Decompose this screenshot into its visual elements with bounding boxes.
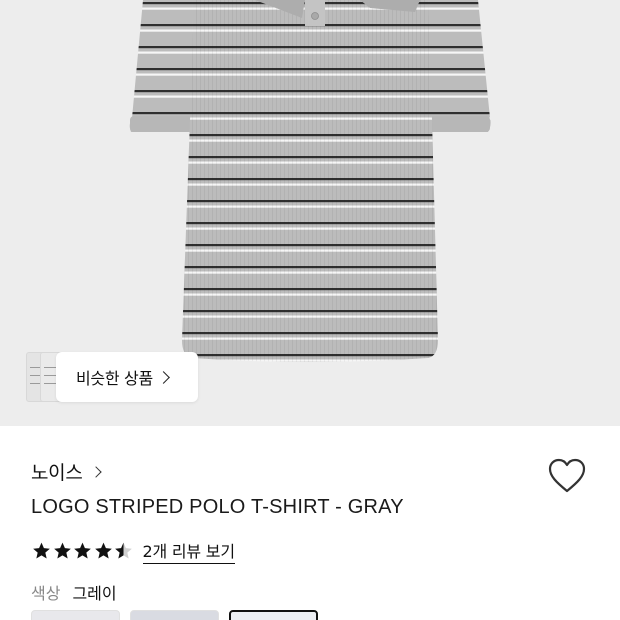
color-swatch[interactable]: [130, 610, 219, 620]
product-title: LOGO STRIPED POLO T-SHIRT - GRAY: [31, 496, 404, 518]
star-icon: [33, 542, 50, 559]
similar-products-label: 비슷한 상품: [76, 369, 153, 388]
color-label: 색상: [31, 584, 61, 603]
rating-row: 2개 리뷰 보기: [31, 538, 235, 564]
review-link[interactable]: 2개 리뷰 보기: [142, 538, 235, 564]
color-swatch-selected[interactable]: [229, 610, 318, 620]
brand-name: 노이스: [31, 462, 83, 484]
heart-icon[interactable]: [548, 458, 586, 494]
star-rating: [31, 541, 134, 561]
color-swatches: [31, 610, 318, 620]
color-option: 색상 그레이: [31, 580, 117, 604]
chevron-right-icon: [157, 370, 170, 384]
star-icon: [53, 542, 71, 559]
star-icon: [74, 542, 91, 559]
similar-products-chip[interactable]: 비슷한 상품: [56, 352, 198, 402]
color-value: 그레이: [72, 584, 117, 603]
product-image[interactable]: 비슷한 상품: [0, 0, 620, 426]
star-icon: [94, 542, 112, 559]
star-half-icon: [115, 542, 132, 559]
similar-products-button[interactable]: 비슷한 상품: [26, 352, 198, 402]
brand-link[interactable]: 노이스: [31, 458, 102, 485]
chevron-right-icon: [89, 465, 102, 478]
color-swatch[interactable]: [31, 610, 120, 620]
